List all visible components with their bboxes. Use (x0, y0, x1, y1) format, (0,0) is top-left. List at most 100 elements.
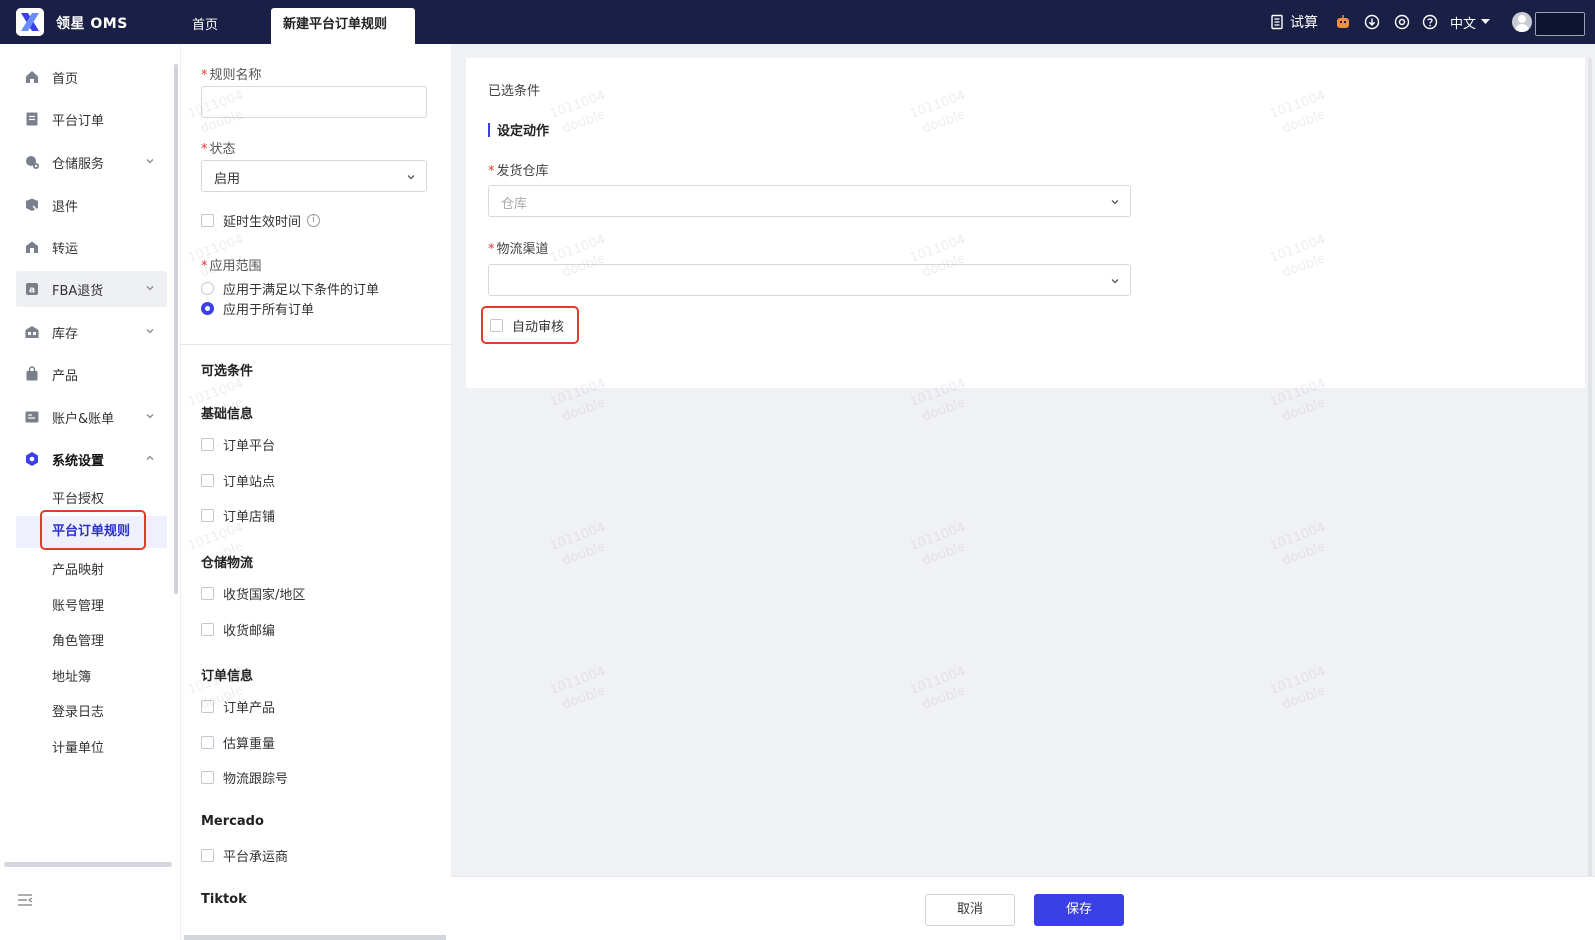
calc-label: 试算 (1290, 15, 1318, 31)
checkbox[interactable] (201, 623, 214, 636)
sidebar-item-accounts-bills[interactable]: 账户&账单 (16, 399, 167, 435)
action-card: 已选条件 设定动作 * 发货仓库 仓库 * 物流渠道 自动审核 (466, 58, 1585, 388)
scope-label: * 应用范围 (201, 259, 262, 274)
sidebar-sub-product-mapping[interactable]: 产品映射 (52, 559, 104, 578)
sidebar-sub-platform-auth[interactable]: 平台授权 (52, 488, 104, 507)
watermark: 1011004double (907, 664, 968, 713)
info-icon[interactable]: i (307, 214, 321, 227)
sidebar: 首页 平台订单 仓储服务 退件 转运 a FBA退货 库存 产品 账户&账单 系… (0, 44, 180, 940)
sidebar-sub-address-book[interactable]: 地址簿 (52, 666, 91, 685)
checkbox[interactable] (201, 736, 214, 749)
radio-all[interactable] (201, 302, 214, 315)
action-section-title: 设定动作 (488, 120, 549, 139)
condition-order-shop[interactable]: 订单店铺 (201, 506, 275, 525)
scope-option-conditional[interactable]: 应用于满足以下条件的订单 (201, 279, 379, 298)
group-title: Mercado (201, 814, 264, 829)
sidebar-item-transfer[interactable]: 转运 (16, 229, 167, 265)
footer-bar: 取消 保存 (451, 876, 1595, 940)
collapse-menu-icon[interactable] (16, 892, 34, 908)
sidebar-scrollbar[interactable] (174, 64, 178, 594)
rule-name-input[interactable] (201, 86, 427, 118)
watermark: 1011004double (1267, 520, 1328, 569)
checkbox[interactable] (201, 587, 214, 600)
highlight-box (40, 510, 146, 550)
sidebar-item-label: 首页 (52, 71, 79, 87)
help-icon[interactable] (1421, 12, 1439, 32)
bag-icon (24, 366, 40, 382)
sidebar-item-home[interactable]: 首页 (16, 59, 167, 95)
channel-label: * 物流渠道 (488, 242, 549, 257)
sidebar-item-system-settings[interactable]: 系统设置 (16, 441, 167, 477)
sidebar-item-inventory[interactable]: 库存 (16, 314, 167, 350)
top-bar: 领星 OMS 首页 新建平台订单规则 试算 中文 (0, 0, 1595, 44)
sidebar-sub-role-management[interactable]: 角色管理 (52, 630, 104, 649)
page-scrollbar[interactable] (1588, 58, 1592, 898)
condition-order-site[interactable]: 订单站点 (201, 471, 275, 490)
tab-home[interactable]: 首页 (180, 9, 230, 45)
group-title: 基础信息 (201, 407, 254, 422)
avatar[interactable] (1512, 12, 1532, 32)
scope-option-all[interactable]: 应用于所有订单 (201, 299, 314, 318)
app-logo-icon[interactable] (16, 8, 44, 36)
sidebar-item-label: FBA退货 (52, 283, 104, 299)
sidebar-item-label: 产品 (52, 368, 79, 384)
save-button[interactable]: 保存 (1034, 894, 1124, 926)
checkbox[interactable] (201, 438, 214, 451)
rule-form-panel: * 规则名称 * 状态 启用 延时生效时间 i * 应用范围 应用于满足以下条件的订单… (180, 44, 452, 940)
condition-country[interactable]: 收货国家/地区 (201, 584, 305, 603)
checkbox[interactable] (201, 849, 214, 862)
sidebar-horizontal-scrollbar[interactable] (4, 862, 172, 867)
sidebar-item-warehouse-service[interactable]: 仓储服务 (16, 144, 167, 180)
condition-order-platform[interactable]: 订单平台 (201, 435, 275, 454)
watermark: 1011004double (1267, 664, 1328, 713)
calc-button[interactable]: 试算 (1268, 12, 1318, 32)
sidebar-sub-login-log[interactable]: 登录日志 (52, 701, 104, 720)
checkbox[interactable] (201, 509, 214, 522)
tab-new-platform-order-rule[interactable]: 新建平台订单规则 (271, 8, 415, 44)
checkbox[interactable] (201, 771, 214, 784)
sidebar-item-platform-orders[interactable]: 平台订单 (16, 101, 167, 137)
warehouse-select[interactable]: 仓库 (488, 185, 1131, 217)
radio-conditional[interactable] (201, 282, 214, 295)
transfer-icon (24, 239, 40, 255)
checkbox[interactable] (201, 700, 214, 713)
sidebar-item-label: 系统设置 (52, 453, 105, 469)
calculator-icon (1268, 13, 1286, 31)
channel-select[interactable] (488, 264, 1131, 296)
username-box[interactable] (1535, 12, 1585, 36)
settings-hex-icon (24, 451, 40, 467)
group-title: 仓储物流 (201, 556, 254, 571)
status-select[interactable]: 启用 (201, 160, 427, 192)
delay-checkbox-row[interactable]: 延时生效时间 i (201, 211, 321, 230)
cancel-button[interactable]: 取消 (925, 894, 1015, 926)
divider (181, 344, 452, 345)
delay-checkbox[interactable] (201, 214, 214, 227)
sidebar-sub-account-management[interactable]: 账号管理 (52, 595, 104, 614)
sidebar-item-fba-returns[interactable]: a FBA退货 (16, 271, 167, 307)
condition-tracking-number[interactable]: 物流跟踪号 (201, 768, 288, 787)
chevron-down-icon (146, 286, 154, 291)
delay-label: 延时生效时间 (223, 215, 302, 230)
robot-icon[interactable] (1334, 12, 1352, 32)
chevron-down-icon (1111, 200, 1119, 205)
checkbox[interactable] (201, 474, 214, 487)
condition-estimated-weight[interactable]: 估算重量 (201, 733, 275, 752)
inventory-icon (24, 324, 40, 340)
optional-conditions-title: 可选条件 (201, 364, 254, 379)
chevron-down-icon (146, 329, 154, 334)
sidebar-sub-measure-unit[interactable]: 计量单位 (52, 737, 104, 756)
condition-order-product[interactable]: 订单产品 (201, 697, 275, 716)
panel-horizontal-scrollbar[interactable] (184, 935, 446, 940)
amazon-icon: a (24, 281, 40, 297)
sidebar-item-products[interactable]: 产品 (16, 356, 167, 392)
svg-text:a: a (29, 286, 35, 296)
sidebar-item-label: 账户&账单 (52, 411, 115, 427)
download-icon[interactable] (1363, 12, 1381, 32)
sidebar-item-returns[interactable]: 退件 (16, 187, 167, 223)
settings-icon[interactable] (1393, 12, 1411, 32)
warehouse-service-icon (24, 154, 40, 170)
condition-platform-carrier[interactable]: 平台承运商 (201, 846, 288, 865)
watermark: 1011004double (547, 664, 608, 713)
language-select[interactable]: 中文 (1450, 12, 1491, 32)
condition-zip[interactable]: 收货邮编 (201, 620, 275, 639)
